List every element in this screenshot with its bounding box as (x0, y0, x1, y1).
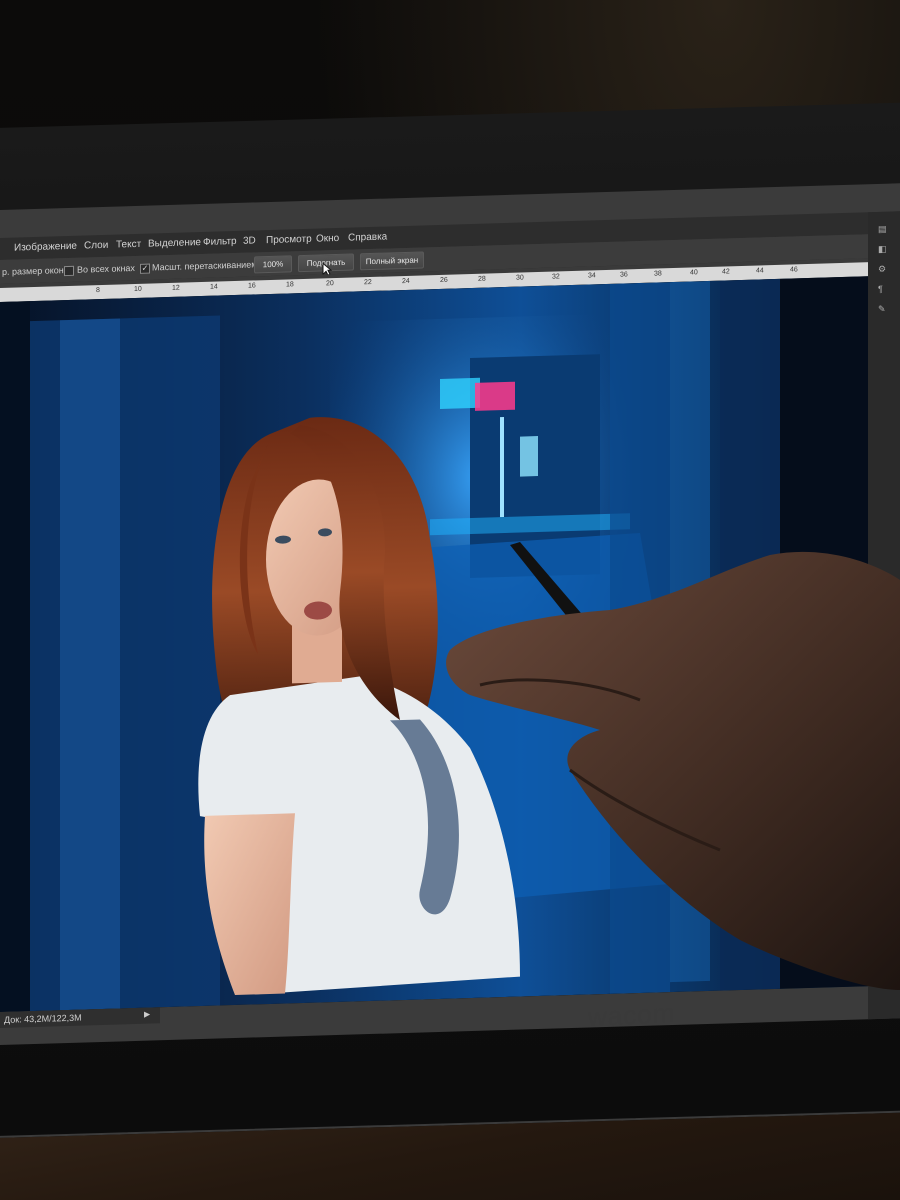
all-windows-checkbox[interactable] (64, 265, 74, 277)
wacom-logo: wacom (588, 997, 676, 1033)
adjustments-icon[interactable]: ⚙ (878, 264, 890, 274)
menu-text[interactable]: Текст (116, 239, 141, 251)
menu-view[interactable]: Просмотр (266, 234, 312, 246)
zoom-100-button[interactable]: 100% (254, 255, 292, 274)
ruler-tick: 36 (620, 271, 628, 279)
ruler-tick: 8 (96, 287, 100, 295)
menu-3d[interactable]: 3D (243, 235, 256, 246)
menu-layers[interactable]: Слои (84, 240, 108, 252)
ruler-tick: 28 (478, 275, 486, 283)
brush-icon[interactable]: ✎ (878, 304, 890, 314)
ruler-tick: 46 (790, 266, 798, 274)
paragraph-icon[interactable]: ¶ (878, 284, 890, 294)
ruler-tick: 34 (588, 272, 596, 280)
ruler-tick: 32 (552, 273, 560, 281)
ruler-tick: 16 (248, 282, 256, 290)
document-size-label: Док: 43,2M/122,3M (4, 1012, 82, 1025)
ruler-tick: 38 (654, 270, 662, 278)
ruler-tick: 22 (364, 278, 372, 287)
menu-image[interactable]: Изображение (14, 241, 77, 254)
ruler-tick: 18 (286, 281, 294, 289)
menu-help[interactable]: Справка (348, 232, 387, 244)
ruler-tick: 14 (210, 283, 218, 291)
status-bar: Док: 43,2M/122,3M ▶ (0, 1007, 160, 1028)
menu-window[interactable]: Окно (316, 233, 339, 245)
menu-select[interactable]: Выделение (148, 237, 201, 250)
hand-with-stylus (446, 542, 900, 990)
ruler-tick: 20 (326, 280, 334, 288)
history-icon[interactable]: ▤ (878, 224, 890, 234)
menu-filter[interactable]: Фильтр (203, 236, 237, 248)
fullscreen-button[interactable]: Полный экран (360, 251, 424, 271)
ruler-tick: 30 (516, 274, 524, 282)
ruler-tick: 12 (172, 284, 180, 292)
all-windows-label: Во всех окнах (77, 262, 135, 275)
status-menu-arrow-icon[interactable]: ▶ (144, 1010, 150, 1019)
ruler-tick: 44 (756, 267, 764, 275)
scrubby-zoom-label: Масшт. перетаскиванием (152, 259, 258, 273)
ruler-tick: 24 (402, 277, 410, 286)
ruler-tick: 10 (134, 285, 142, 294)
properties-icon[interactable]: ◧ (878, 244, 890, 254)
ruler-tick: 26 (440, 276, 448, 284)
scrubby-zoom-checkbox[interactable]: ✓ (140, 263, 150, 274)
ruler-tick: 42 (722, 268, 730, 276)
fit-window-label: р. размер окон (2, 265, 64, 277)
ruler-tick: 40 (690, 269, 698, 277)
